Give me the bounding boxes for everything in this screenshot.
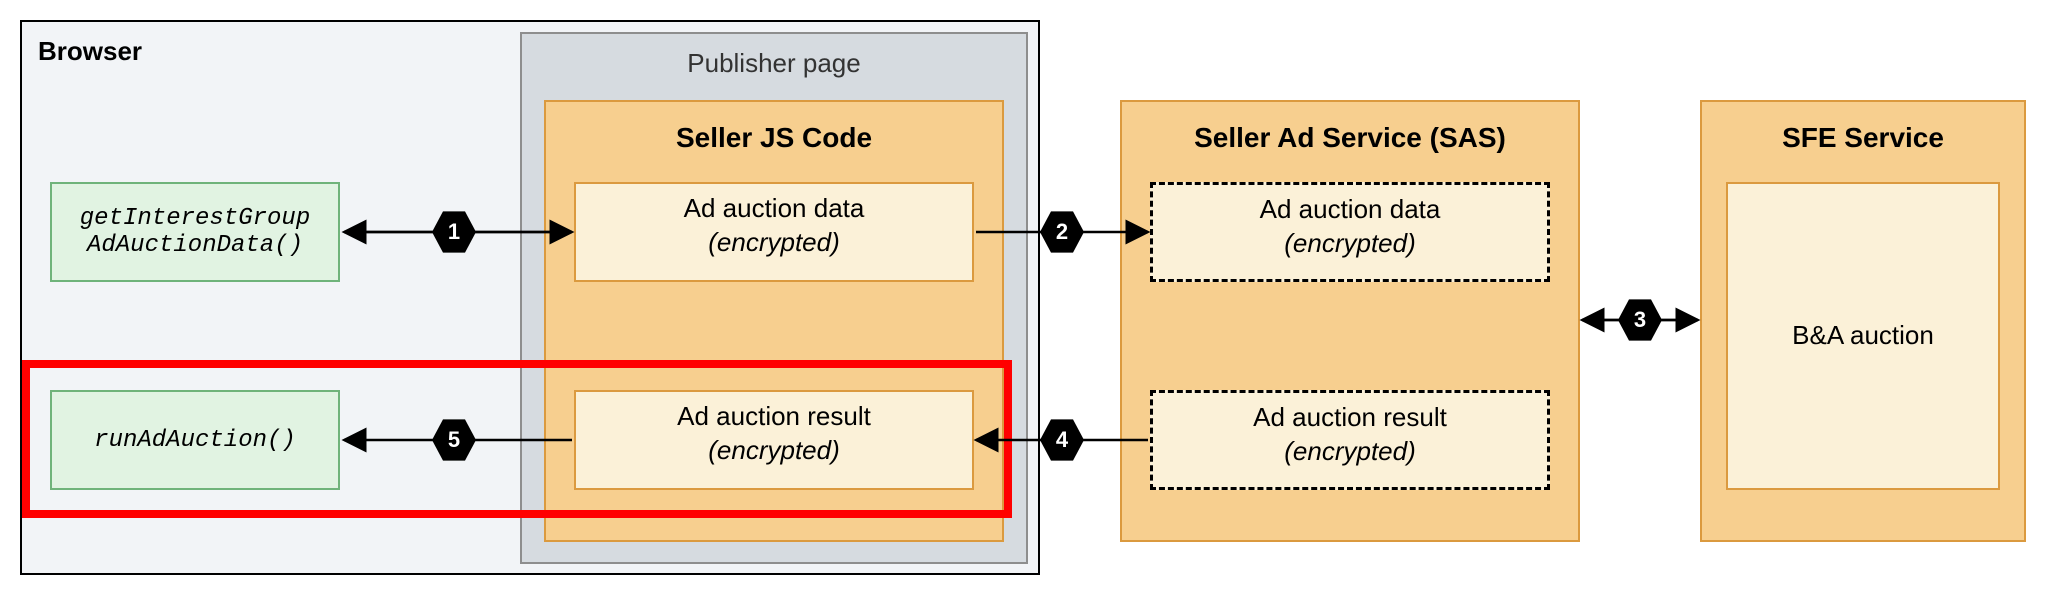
step-2-badge: 2 [1040, 210, 1084, 254]
sas-result-box: Ad auction result (encrypted) [1150, 390, 1550, 490]
sas-data-line1: Ad auction data [1153, 193, 1547, 227]
api-getinterestgroup: getInterestGroup AdAuctionData() [50, 182, 340, 282]
sas-data-line2: (encrypted) [1153, 227, 1547, 261]
seller-js-data-line2: (encrypted) [576, 226, 972, 260]
seller-js-label: Seller JS Code [546, 122, 1002, 154]
sas-result-line1: Ad auction result [1153, 401, 1547, 435]
sas-label: Seller Ad Service (SAS) [1122, 122, 1578, 154]
sfe-auction-box: B&A auction [1726, 182, 2000, 490]
sfe-auction-label: B&A auction [1792, 319, 1934, 353]
highlight-box [22, 360, 1012, 518]
step-3-badge: 3 [1618, 298, 1662, 342]
publisher-page-label: Publisher page [522, 48, 1026, 79]
sas-result-line2: (encrypted) [1153, 435, 1547, 469]
sas-data-box: Ad auction data (encrypted) [1150, 182, 1550, 282]
step-4-badge: 4 [1040, 418, 1084, 462]
sfe-label: SFE Service [1702, 122, 2024, 154]
seller-js-data-box: Ad auction data (encrypted) [574, 182, 974, 282]
browser-label: Browser [38, 36, 142, 67]
seller-js-data-line1: Ad auction data [576, 192, 972, 226]
